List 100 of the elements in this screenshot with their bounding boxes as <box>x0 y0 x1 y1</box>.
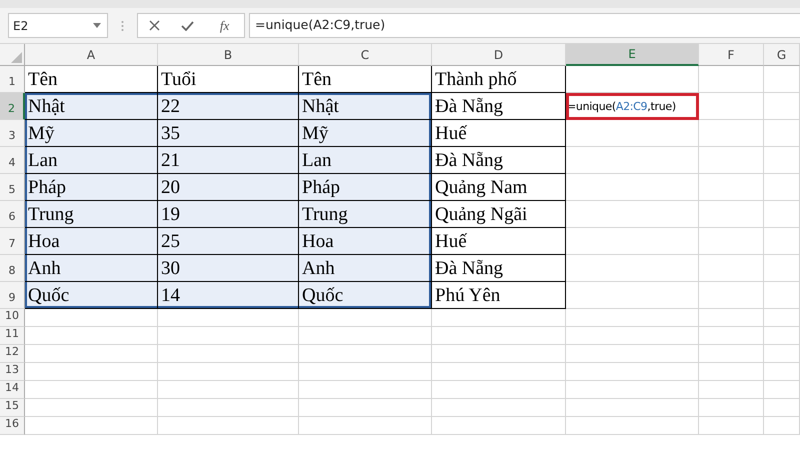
table-cell[interactable]: 30 <box>158 255 299 282</box>
table-cell[interactable]: Phú Yên <box>432 282 566 309</box>
empty-cell[interactable] <box>566 363 699 381</box>
empty-cell[interactable] <box>699 363 764 381</box>
empty-cell[interactable] <box>432 417 566 435</box>
empty-cell[interactable] <box>764 66 800 93</box>
table-cell[interactable]: Đà Nẵng <box>432 255 566 282</box>
table-cell[interactable]: Mỹ <box>25 120 158 147</box>
empty-cell[interactable] <box>566 120 699 147</box>
empty-cell[interactable] <box>699 174 764 201</box>
empty-cell[interactable] <box>158 399 299 417</box>
corner-triangle-icon[interactable] <box>11 52 22 63</box>
table-cell[interactable]: Huế <box>432 120 566 147</box>
check-icon[interactable] <box>181 20 194 30</box>
empty-cell[interactable] <box>764 309 800 327</box>
empty-cell[interactable] <box>566 255 699 282</box>
column-header[interactable]: C <box>299 44 432 66</box>
empty-cell[interactable] <box>566 399 699 417</box>
row-header[interactable]: 7 <box>0 228 25 255</box>
table-cell[interactable]: 35 <box>158 120 299 147</box>
empty-cell[interactable] <box>566 66 699 93</box>
empty-cell[interactable] <box>566 381 699 399</box>
table-cell[interactable]: Trung <box>25 201 158 228</box>
row-header[interactable]: 1 <box>0 66 25 93</box>
empty-cell[interactable] <box>699 309 764 327</box>
table-cell[interactable]: Đà Nẵng <box>432 147 566 174</box>
empty-cell[interactable] <box>432 309 566 327</box>
empty-cell[interactable] <box>764 345 800 363</box>
empty-cell[interactable] <box>299 381 432 399</box>
empty-cell[interactable] <box>432 399 566 417</box>
table-cell[interactable]: Nhật <box>299 93 432 120</box>
empty-cell[interactable] <box>566 201 699 228</box>
empty-cell[interactable] <box>764 174 800 201</box>
row-header[interactable]: 4 <box>0 147 25 174</box>
formula-field[interactable]: =unique(A2:C9,true) <box>249 13 800 38</box>
empty-cell[interactable] <box>699 120 764 147</box>
name-box[interactable]: E2 <box>8 13 108 38</box>
empty-cell[interactable] <box>764 399 800 417</box>
row-header[interactable]: 3 <box>0 120 25 147</box>
empty-cell[interactable] <box>299 327 432 345</box>
cancel-icon[interactable] <box>148 20 160 31</box>
empty-cell[interactable] <box>699 399 764 417</box>
table-cell[interactable]: Anh <box>25 255 158 282</box>
empty-cell[interactable] <box>699 93 764 120</box>
empty-cell[interactable] <box>699 255 764 282</box>
table-cell[interactable]: Quốc <box>25 282 158 309</box>
empty-cell[interactable] <box>764 201 800 228</box>
empty-cell[interactable] <box>764 255 800 282</box>
empty-cell[interactable] <box>566 228 699 255</box>
row-header[interactable]: 12 <box>0 345 25 363</box>
empty-cell[interactable] <box>699 327 764 345</box>
table-cell[interactable]: Quảng Ngãi <box>432 201 566 228</box>
row-header[interactable]: 8 <box>0 255 25 282</box>
empty-cell[interactable] <box>432 345 566 363</box>
table-cell[interactable]: Trung <box>299 201 432 228</box>
insert-function-button[interactable]: fx <box>216 16 234 36</box>
empty-cell[interactable] <box>699 417 764 435</box>
empty-cell[interactable] <box>566 174 699 201</box>
empty-cell[interactable] <box>432 363 566 381</box>
table-cell[interactable]: Pháp <box>299 174 432 201</box>
empty-cell[interactable] <box>764 120 800 147</box>
empty-cell[interactable] <box>158 363 299 381</box>
empty-cell[interactable] <box>299 417 432 435</box>
column-header[interactable]: G <box>764 44 800 66</box>
table-cell[interactable]: Quảng Nam <box>432 174 566 201</box>
empty-cell[interactable] <box>699 345 764 363</box>
empty-cell[interactable] <box>566 345 699 363</box>
empty-cell[interactable] <box>699 201 764 228</box>
empty-cell[interactable] <box>699 381 764 399</box>
empty-cell[interactable] <box>764 228 800 255</box>
row-header[interactable]: 15 <box>0 399 25 417</box>
formula-cell[interactable]: =unique(A2:C9,true) <box>566 93 699 120</box>
row-header[interactable]: 11 <box>0 327 25 345</box>
empty-cell[interactable] <box>158 417 299 435</box>
column-header[interactable]: F <box>699 44 764 66</box>
empty-cell[interactable] <box>432 381 566 399</box>
table-cell[interactable]: 25 <box>158 228 299 255</box>
row-header[interactable]: 6 <box>0 201 25 228</box>
empty-cell[interactable] <box>158 309 299 327</box>
empty-cell[interactable] <box>566 417 699 435</box>
table-cell[interactable]: Mỹ <box>299 120 432 147</box>
row-header[interactable]: 16 <box>0 417 25 435</box>
column-header[interactable]: B <box>158 44 299 66</box>
empty-cell[interactable] <box>299 345 432 363</box>
row-header[interactable]: 2 <box>0 93 25 120</box>
grip-icon[interactable] <box>121 20 124 32</box>
empty-cell[interactable] <box>764 363 800 381</box>
table-cell[interactable]: Anh <box>299 255 432 282</box>
empty-cell[interactable] <box>764 93 800 120</box>
column-header[interactable]: E <box>566 44 699 66</box>
empty-cell[interactable] <box>566 282 699 309</box>
table-cell[interactable]: 14 <box>158 282 299 309</box>
row-header[interactable]: 14 <box>0 381 25 399</box>
row-header[interactable]: 9 <box>0 282 25 309</box>
empty-cell[interactable] <box>566 309 699 327</box>
row-header[interactable]: 5 <box>0 174 25 201</box>
table-cell[interactable]: Quốc <box>299 282 432 309</box>
table-cell[interactable]: 19 <box>158 201 299 228</box>
table-cell[interactable]: 20 <box>158 174 299 201</box>
row-header[interactable]: 10 <box>0 309 25 327</box>
